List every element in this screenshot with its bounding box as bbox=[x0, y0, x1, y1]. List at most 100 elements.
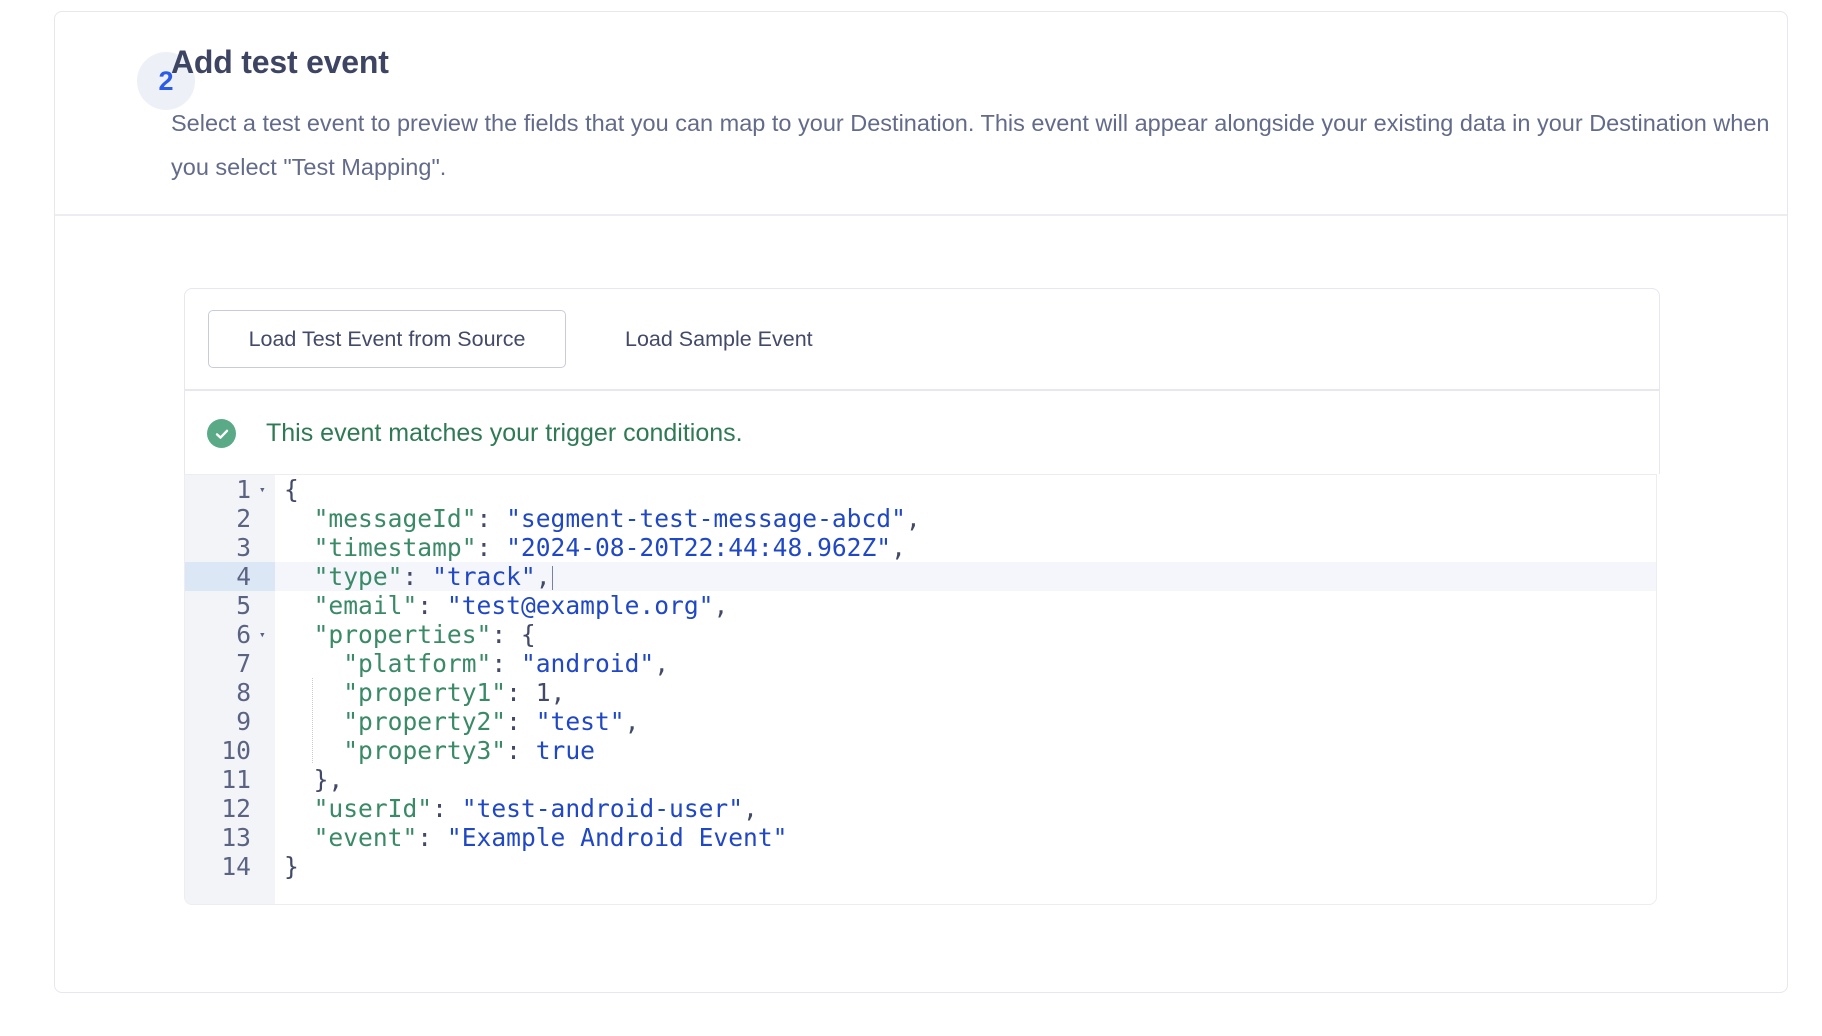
section-description: Select a test event to preview the field… bbox=[171, 110, 1770, 180]
token-punc: : bbox=[417, 823, 447, 852]
code-line[interactable]: 9 "property2": "test", bbox=[185, 707, 1656, 736]
token-punc: , bbox=[905, 504, 921, 533]
token-str: "android" bbox=[520, 649, 655, 678]
token-punc: }, bbox=[284, 765, 344, 794]
code-text: "type": "track", bbox=[284, 562, 554, 591]
code-text: }, bbox=[284, 765, 344, 794]
token-str: "Example Android Event" bbox=[446, 823, 788, 852]
token-punc: : bbox=[476, 504, 507, 533]
line-number: 4 bbox=[185, 562, 275, 591]
code-line[interactable]: 12 "userId": "test-android-user", bbox=[185, 794, 1656, 823]
line-number: 12 bbox=[221, 794, 251, 823]
fold-arrow-icon[interactable]: ▾ bbox=[259, 620, 271, 649]
load-sample-event-button[interactable]: Load Sample Event bbox=[605, 310, 833, 368]
token-key: "messageId" bbox=[313, 504, 477, 533]
token-punc: , bbox=[535, 562, 551, 591]
editor-lines[interactable]: 1 ▾ {2 "messageId": "segment-test-message-… bbox=[185, 475, 1656, 881]
code-text: "property3": true bbox=[284, 736, 595, 765]
token-punc: : bbox=[491, 649, 521, 678]
token-punc: , bbox=[550, 678, 566, 707]
token-punc bbox=[284, 504, 314, 533]
code-line[interactable]: 8 "property1": 1, bbox=[185, 678, 1656, 707]
token-num: 1 bbox=[535, 678, 551, 707]
code-line[interactable]: 14} bbox=[185, 852, 1656, 881]
token-punc: , bbox=[891, 533, 906, 562]
add-test-event-card: 2 Add test event Select a test event to … bbox=[54, 11, 1788, 993]
token-key: "timestamp" bbox=[313, 533, 477, 562]
code-text: "messageId": "segment-test-message-abcd"… bbox=[284, 504, 921, 533]
code-line[interactable]: 11 }, bbox=[185, 765, 1656, 794]
token-punc: , bbox=[624, 707, 640, 736]
code-line[interactable]: 6 ▾ "properties": { bbox=[185, 620, 1656, 649]
token-punc: : bbox=[417, 591, 447, 620]
token-punc: : bbox=[506, 707, 536, 736]
fold-arrow-icon[interactable]: ▾ bbox=[259, 475, 271, 504]
load-test-event-from-source-button[interactable]: Load Test Event from Source bbox=[208, 310, 566, 368]
token-punc: , bbox=[743, 794, 758, 823]
token-key: "property2" bbox=[343, 707, 507, 736]
code-line[interactable]: 13 "event": "Example Android Event" bbox=[185, 823, 1656, 852]
code-line[interactable]: 10 "property3": true bbox=[185, 736, 1656, 765]
tabs-divider bbox=[185, 389, 1659, 391]
text-cursor bbox=[551, 566, 554, 590]
token-punc bbox=[284, 678, 343, 707]
line-number: 9 bbox=[236, 707, 251, 736]
token-punc: } bbox=[284, 852, 299, 881]
line-number: 8 bbox=[236, 678, 251, 707]
code-text: "properties": { bbox=[284, 620, 536, 649]
header-divider bbox=[55, 214, 1787, 216]
token-punc bbox=[284, 591, 314, 620]
token-punc: { bbox=[284, 475, 299, 504]
check-circle-icon bbox=[207, 419, 236, 448]
token-punc bbox=[284, 649, 343, 678]
code-text: "property1": 1, bbox=[284, 678, 565, 707]
token-str: "2024-08-20T22:44:48.962Z" bbox=[506, 533, 892, 562]
line-number: 10 bbox=[221, 736, 251, 765]
token-key: "platform" bbox=[343, 649, 492, 678]
trigger-match-status: This event matches your trigger conditio… bbox=[207, 419, 743, 448]
token-punc: : bbox=[506, 736, 536, 765]
code-line[interactable]: 3 "timestamp": "2024-08-20T22:44:48.962Z… bbox=[185, 533, 1656, 562]
token-key: "email" bbox=[313, 591, 418, 620]
json-code-editor[interactable]: 1 ▾ {2 "messageId": "segment-test-message-… bbox=[184, 474, 1657, 905]
token-punc: : { bbox=[491, 620, 536, 649]
indent-guide bbox=[312, 678, 313, 763]
code-text: "property2": "test", bbox=[284, 707, 639, 736]
token-punc bbox=[284, 533, 314, 562]
code-text: "timestamp": "2024-08-20T22:44:48.962Z", bbox=[284, 533, 906, 562]
line-number: 3 bbox=[236, 533, 251, 562]
line-number: 11 bbox=[221, 765, 251, 794]
token-punc bbox=[284, 794, 314, 823]
section-title: Add test event bbox=[171, 44, 389, 80]
token-punc bbox=[284, 562, 314, 591]
token-str: "track" bbox=[432, 562, 536, 591]
token-key: "property1" bbox=[343, 678, 507, 707]
code-text: { bbox=[284, 475, 299, 504]
token-punc: , bbox=[713, 591, 729, 620]
token-str: "segment-test-message-abcd" bbox=[506, 504, 906, 533]
token-key: "event" bbox=[313, 823, 418, 852]
token-punc bbox=[284, 823, 314, 852]
token-str: "test" bbox=[535, 707, 625, 736]
token-str: "test@example.org" bbox=[446, 591, 714, 620]
token-str: "test-android-user" bbox=[461, 794, 744, 823]
code-text: } bbox=[284, 852, 299, 881]
token-punc: : bbox=[476, 533, 507, 562]
code-text: "userId": "test-android-user", bbox=[284, 794, 758, 823]
line-number: 5 bbox=[236, 591, 251, 620]
code-text: "platform": "android", bbox=[284, 649, 669, 678]
line-number: 13 bbox=[221, 823, 251, 852]
line-number: 14 bbox=[221, 852, 251, 881]
code-line[interactable]: 4 "type": "track", bbox=[185, 562, 1656, 591]
code-text: "email": "test@example.org", bbox=[284, 591, 729, 620]
token-punc: : bbox=[402, 562, 433, 591]
token-punc: : bbox=[432, 794, 462, 823]
line-number: 7 bbox=[236, 649, 251, 678]
token-punc bbox=[284, 707, 343, 736]
token-punc bbox=[284, 620, 314, 649]
code-line[interactable]: 5 "email": "test@example.org", bbox=[185, 591, 1656, 620]
code-line[interactable]: 7 "platform": "android", bbox=[185, 649, 1656, 678]
code-text: "event": "Example Android Event" bbox=[284, 823, 788, 852]
code-line[interactable]: 1 ▾{ bbox=[185, 475, 1656, 504]
code-line[interactable]: 2 "messageId": "segment-test-message-abc… bbox=[185, 504, 1656, 533]
